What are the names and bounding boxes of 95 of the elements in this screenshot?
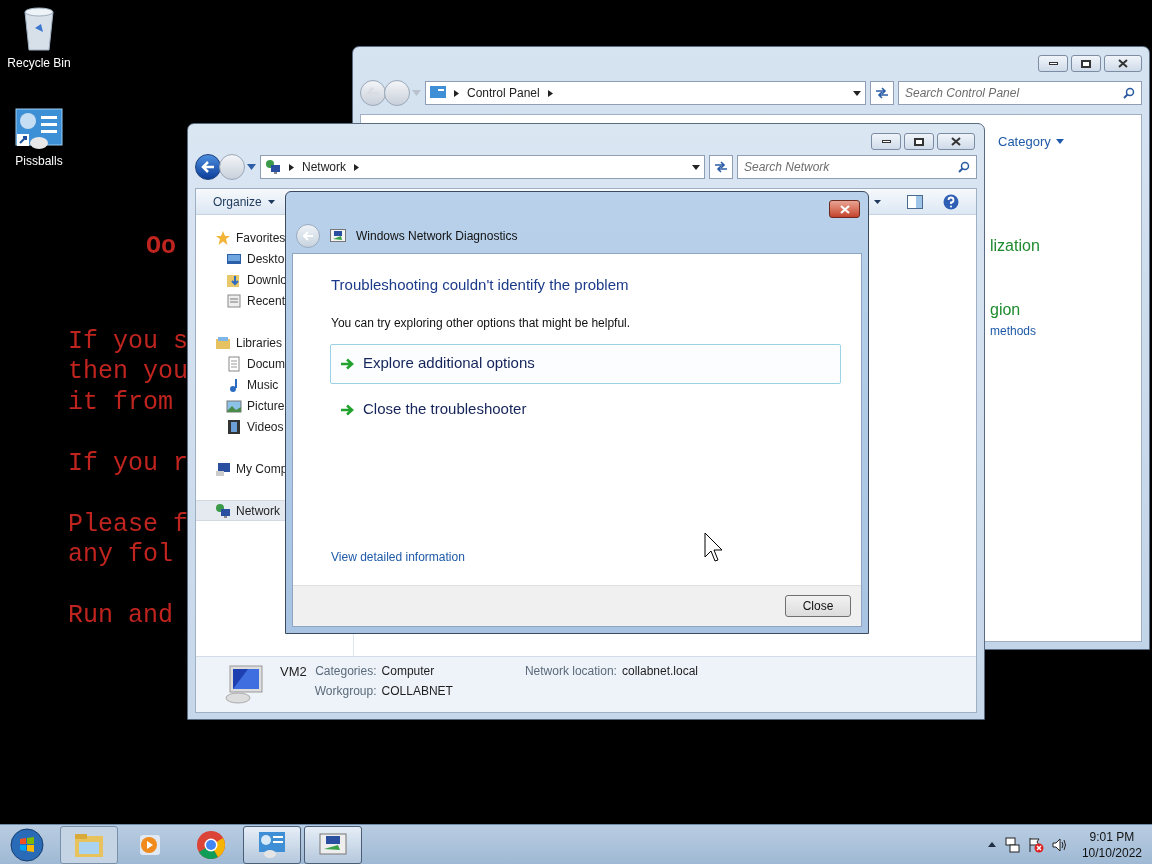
minimize-button[interactable] — [871, 133, 901, 150]
category-link[interactable]: gion — [990, 297, 1141, 322]
message-line: Run and — [68, 601, 175, 632]
field-value: Computer — [381, 663, 436, 680]
details-link[interactable]: View detailed information — [331, 548, 823, 566]
maximize-button[interactable] — [1071, 55, 1101, 72]
message-line: any fol — [68, 540, 175, 571]
breadcrumb[interactable]: Network — [302, 158, 346, 176]
search-icon — [958, 161, 970, 173]
play-icon — [138, 832, 162, 857]
chevron-icon[interactable] — [547, 89, 553, 97]
sidebar-item[interactable]: Deskto — [196, 248, 353, 269]
refresh-icon — [714, 161, 728, 173]
dialog-title: Windows Network Diagnostics — [356, 228, 518, 245]
command-link[interactable]: Explore additional options — [330, 343, 841, 384]
desktop-icon-label[interactable]: Recycle Bin — [7, 54, 71, 72]
category-link[interactable]: lization — [990, 233, 1141, 258]
message-line: If you r — [68, 448, 189, 479]
network-icon — [215, 502, 231, 519]
recycle-bin-icon[interactable] — [21, 6, 57, 52]
task-link[interactable]: methods — [990, 321, 1141, 340]
help-icon[interactable] — [943, 193, 959, 210]
message-line: then you — [68, 357, 189, 388]
breadcrumb[interactable]: Control Panel — [467, 84, 540, 102]
close-button[interactable]: Close — [785, 595, 851, 617]
dialog-message: You can try exploring other options that might be helpful. — [331, 314, 632, 332]
dropdown-icon[interactable] — [874, 199, 881, 204]
document-icon — [226, 355, 242, 372]
dropdown-icon[interactable] — [692, 164, 700, 170]
view-by-dropdown[interactable]: Category — [998, 132, 1064, 152]
back-arrow-icon — [302, 231, 314, 241]
close-button[interactable] — [1104, 55, 1142, 72]
arrow-icon — [340, 403, 354, 416]
caret-icon — [267, 199, 275, 204]
refresh-button[interactable] — [870, 81, 894, 105]
field-label: Categories: — [314, 663, 377, 680]
close-icon — [1118, 59, 1128, 68]
message-line: If you s — [68, 326, 189, 357]
network-diagnostics-icon — [318, 832, 348, 857]
message-line: Please f — [68, 509, 189, 540]
close-button[interactable] — [829, 200, 860, 218]
network-icon — [265, 159, 281, 175]
dialog-heading: Troubleshooting couldn't identify the problem — [331, 275, 630, 295]
windows-logo-icon — [10, 827, 44, 862]
chevron-icon[interactable] — [354, 163, 359, 171]
mouse-pointer-icon — [704, 532, 724, 564]
desktop-icon-label[interactable]: Pissballs — [15, 152, 63, 170]
speaker-icon[interactable] — [1051, 836, 1068, 853]
search-field[interactable]: Search Control Panel — [898, 81, 1142, 105]
search-field[interactable]: Search Network — [737, 155, 977, 179]
show-hidden-icons[interactable] — [987, 842, 996, 847]
browser-icon — [196, 829, 226, 860]
shortcut-icon[interactable] — [15, 108, 63, 150]
library-icon — [215, 334, 231, 351]
close-icon — [839, 204, 850, 214]
network-diagnostics-icon — [330, 229, 346, 243]
address-bar[interactable]: Control Panel — [425, 81, 866, 105]
sidebar-item[interactable]: Favorites — [196, 227, 353, 248]
close-icon — [951, 137, 961, 146]
back-button[interactable] — [195, 154, 221, 180]
computer-icon — [215, 460, 231, 477]
video-icon — [226, 418, 242, 435]
taskbar-button[interactable] — [243, 825, 301, 864]
close-button[interactable] — [937, 133, 975, 150]
control-panel-icon — [430, 86, 446, 100]
chevron-icon[interactable] — [454, 89, 459, 97]
refresh-icon — [875, 87, 889, 99]
address-bar[interactable]: Network — [260, 155, 705, 179]
dropdown-icon[interactable] — [853, 90, 861, 96]
back-arrow-icon — [201, 161, 215, 173]
folder-icon — [74, 831, 104, 858]
organize-menu[interactable]: Organize — [213, 192, 275, 211]
preview-pane-icon[interactable] — [907, 194, 923, 209]
network-icon[interactable] — [1003, 836, 1020, 853]
computer-name: VM2 — [280, 663, 307, 681]
search-icon — [1123, 87, 1135, 99]
clock[interactable]: 9:01 PM 10/10/2022 — [1081, 828, 1142, 861]
field-label: Workgroup: — [314, 683, 377, 700]
picture-icon — [226, 397, 242, 414]
control-panel-icon — [257, 830, 287, 859]
message-line: it from — [68, 387, 175, 418]
minimize-button[interactable] — [1038, 55, 1068, 72]
chevron-icon[interactable] — [289, 163, 294, 171]
maximize-button[interactable] — [904, 133, 934, 150]
refresh-button[interactable] — [709, 155, 733, 179]
recent-icon — [226, 292, 242, 309]
taskbar-button[interactable] — [304, 825, 362, 864]
field-label: Network location: — [524, 663, 617, 680]
arrow-icon — [340, 357, 354, 370]
message-heading: Oo — [146, 232, 177, 263]
caret-icon — [1055, 139, 1064, 145]
star-icon — [215, 229, 231, 246]
flag-icon[interactable] — [1027, 836, 1044, 853]
field-value: collabnet.local — [621, 663, 698, 680]
field-value: COLLABNET — [381, 683, 453, 700]
